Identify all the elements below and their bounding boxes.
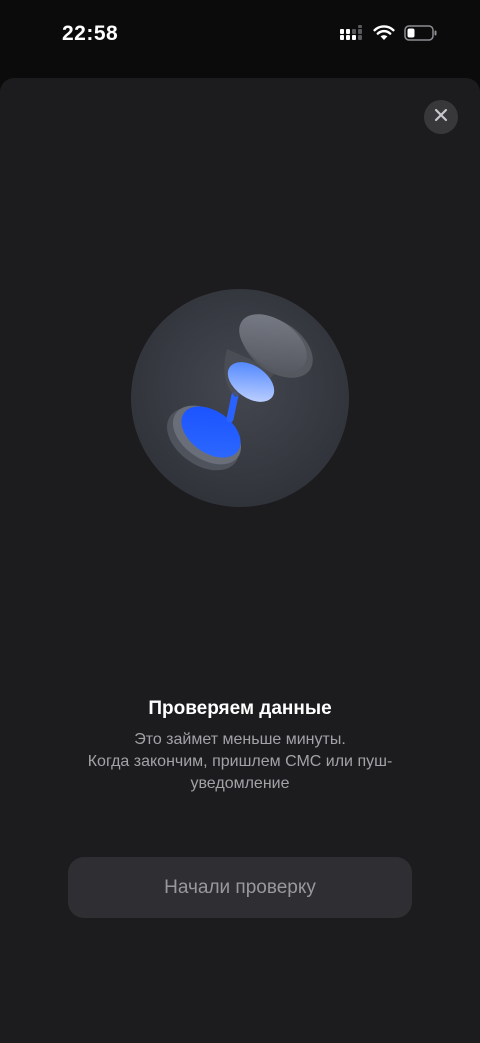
description-line: Когда закончим, пришлем СМС или пуш-	[87, 753, 393, 770]
start-verification-button[interactable]: Начали проверку	[68, 857, 412, 918]
status-icons	[340, 24, 438, 46]
description-line: Это займет меньше минуты.	[134, 731, 346, 748]
description-line: уведомление	[190, 775, 290, 792]
battery-icon	[404, 24, 438, 46]
status-time: 22:58	[62, 22, 119, 45]
wifi-icon	[373, 24, 395, 46]
hourglass-icon	[131, 289, 349, 511]
close-button[interactable]	[424, 100, 458, 134]
cellular-signal-icon	[340, 24, 364, 46]
status-bar: 22:58	[0, 0, 480, 72]
page-title: Проверяем данные	[148, 698, 332, 719]
hourglass-illustration	[131, 289, 349, 507]
close-icon	[434, 108, 448, 127]
verification-sheet: Проверяем данные Это займет меньше минут…	[0, 78, 480, 1043]
description-text: Это займет меньше минуты. Когда закончим…	[60, 729, 420, 795]
